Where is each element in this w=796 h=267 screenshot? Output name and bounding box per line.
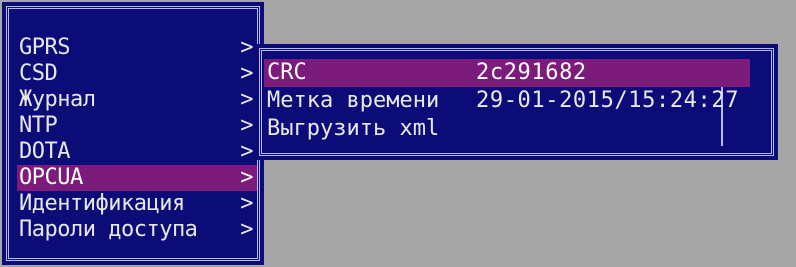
menu-item-identification[interactable]: Идентификация > xyxy=(17,191,257,217)
submenu-arrow-icon: > xyxy=(240,139,253,164)
opcua-submenu-rows: CRC 2c291682 Метка времени 29-01-2015/15… xyxy=(264,59,750,143)
menu-item-journal[interactable]: Журнал > xyxy=(17,87,257,113)
submenu-arrow-icon: > xyxy=(240,217,253,242)
menu-item-label: NTP xyxy=(19,113,58,138)
menu-item-label: GPRS xyxy=(19,35,70,60)
row-value: 2c291682 xyxy=(476,60,587,85)
menu-item-label: Журнал xyxy=(19,87,96,112)
menu-item-label: Пароли доступа xyxy=(19,217,198,242)
menu-item-label: DOTA xyxy=(19,139,70,164)
submenu-arrow-icon: > xyxy=(240,165,253,190)
row-label: CRC xyxy=(267,60,307,85)
submenu-arrow-icon: > xyxy=(240,35,253,60)
submenu-arrow-icon: > xyxy=(240,87,253,112)
menu-item-csd[interactable]: CSD > xyxy=(17,61,257,87)
submenu-row-crc[interactable]: CRC 2c291682 xyxy=(264,59,750,87)
menu-item-label: Идентификация xyxy=(19,191,185,216)
menu-item-passwords[interactable]: Пароли доступа > xyxy=(17,217,257,243)
opcua-submenu: CRC 2c291682 Метка времени 29-01-2015/15… xyxy=(255,44,778,160)
row-label: Выгрузить xml xyxy=(267,116,440,141)
submenu-row-export-xml[interactable]: Выгрузить xml xyxy=(264,115,747,143)
menu-item-label: OPCUA xyxy=(19,165,83,190)
menu-item-dota[interactable]: DOTA > xyxy=(17,139,257,165)
main-menu-items: GPRS > CSD > Журнал > NTP > DOTA > OPCUA… xyxy=(17,35,257,243)
menu-item-opcua[interactable]: OPCUA > xyxy=(17,165,257,191)
screen: GPRS > CSD > Журнал > NTP > DOTA > OPCUA… xyxy=(0,0,796,267)
row-label: Метка времени xyxy=(267,88,440,113)
submenu-arrow-icon: > xyxy=(240,61,253,86)
submenu-row-timestamp[interactable]: Метка времени 29-01-2015/15:24:27 xyxy=(264,87,747,115)
main-menu: GPRS > CSD > Журнал > NTP > DOTA > OPCUA… xyxy=(2,2,264,265)
submenu-arrow-icon: > xyxy=(240,113,253,138)
submenu-arrow-icon: > xyxy=(240,191,253,216)
menu-item-ntp[interactable]: NTP > xyxy=(17,113,257,139)
menu-item-gprs[interactable]: GPRS > xyxy=(17,35,257,61)
row-value: 29-01-2015/15:24:27 xyxy=(476,88,740,113)
menu-item-label: CSD xyxy=(19,61,58,86)
